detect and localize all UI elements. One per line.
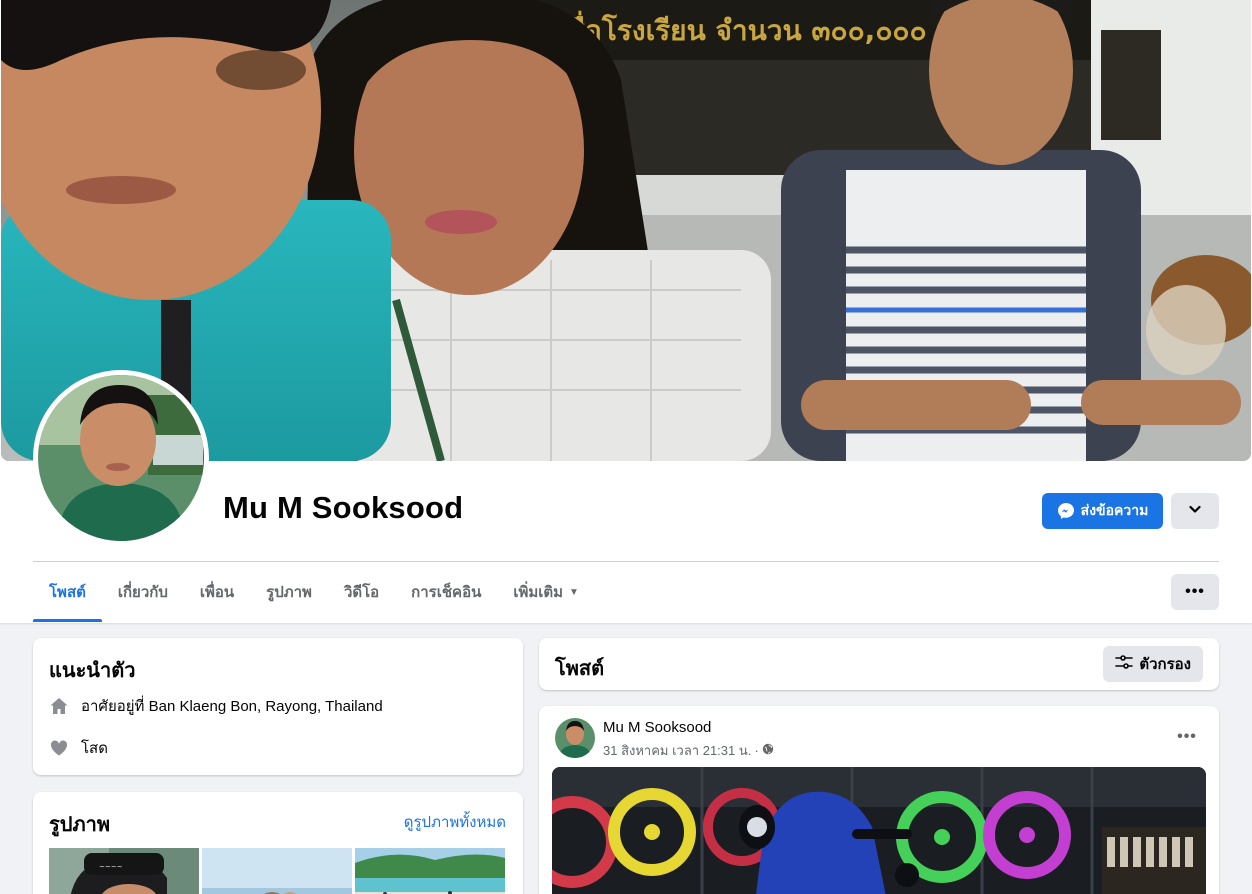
profile-more-dropdown-button[interactable] [1171, 493, 1219, 529]
send-message-button[interactable]: ส่งข้อความ [1042, 493, 1163, 529]
post-card: Mu M Sooksood 31 สิงหาคม เวลา 21:31 น. ·… [539, 706, 1219, 894]
globe-icon[interactable] [762, 743, 774, 758]
profile-header: ชื่อโรงเรียน จำนวน ๓๐๐,๐๐๐ บาท Mu M Sook… [0, 0, 1252, 623]
filter-label: ตัวกรอง [1139, 656, 1191, 673]
intro-location-text: อาศัยอยู่ที่ Ban Klaeng Bon, Rayong, Tha… [81, 698, 383, 715]
tab-friends[interactable]: เพื่อน [184, 562, 250, 622]
tab-more[interactable]: เพิ่มเติม ▼ [497, 562, 595, 622]
post-image-graphic [552, 767, 1206, 894]
filter-button[interactable]: ตัวกรอง [1103, 646, 1203, 682]
send-message-label: ส่งข้อความ [1080, 502, 1149, 518]
profile-tabs: โพสต์ เกี่ยวกับ เพื่อน รูปภาพ วิดีโอ การ… [33, 562, 595, 622]
intro-relationship-text: โสด [81, 740, 108, 757]
filter-icon [1115, 654, 1134, 674]
post-author-name[interactable]: Mu M Sooksood [603, 719, 711, 736]
post-timestamp[interactable]: 31 สิงหาคม เวลา 21:31 น. [603, 740, 751, 761]
tab-photos[interactable]: รูปภาพ [250, 562, 328, 622]
intro-title: แนะนำตัว [49, 660, 136, 682]
meta-separator: · [754, 743, 759, 758]
chevron-down-icon [1188, 502, 1202, 521]
post-author-avatar[interactable] [555, 718, 595, 758]
photo-thumbnail[interactable] [355, 848, 505, 894]
svg-text:~~~~: ~~~~ [99, 863, 123, 871]
see-all-photos-link[interactable]: ดูรูปภาพทั้งหมด [404, 810, 506, 834]
profile-avatar[interactable] [33, 370, 209, 546]
photo-thumbnail[interactable]: ~~~~ [49, 848, 199, 894]
intro-card: แนะนำตัว อาศัยอยู่ที่ Ban Klaeng Bon, Ra… [33, 638, 523, 775]
post-meta: 31 สิงหาคม เวลา 21:31 น. · [603, 740, 774, 761]
tab-videos[interactable]: วิดีโอ [328, 562, 395, 622]
tab-check-ins[interactable]: การเช็คอิน [395, 562, 497, 622]
intro-relationship-row: โสด [49, 736, 108, 760]
tab-about[interactable]: เกี่ยวกับ [102, 562, 184, 622]
photos-title: รูปภาพ [49, 814, 111, 836]
tabs-more-options-button[interactable]: ••• [1171, 574, 1219, 610]
more-dots-icon: ••• [1185, 583, 1205, 600]
posts-title: โพสต์ [555, 658, 605, 680]
cover-photo[interactable]: ชื่อโรงเรียน จำนวน ๓๐๐,๐๐๐ บาท [1, 0, 1251, 461]
posts-header-card: โพสต์ ตัวกรอง [539, 638, 1219, 690]
intro-location-row: อาศัยอยู่ที่ Ban Klaeng Bon, Rayong, Tha… [49, 694, 383, 718]
profile-name: Mu M Sooksood [223, 490, 464, 525]
caret-down-icon: ▼ [569, 586, 579, 598]
messenger-icon [1057, 502, 1075, 520]
cover-photo-image: ชื่อโรงเรียน จำนวน ๓๐๐,๐๐๐ บาท [1, 0, 1251, 461]
photos-card: รูปภาพ ดูรูปภาพทั้งหมด ~~~~ [33, 792, 523, 894]
profile-avatar-image [38, 375, 204, 541]
tab-posts[interactable]: โพสต์ [33, 562, 102, 622]
photo-thumbnail[interactable] [202, 848, 352, 894]
heart-icon [49, 738, 69, 758]
post-options-button[interactable]: ••• [1169, 722, 1205, 752]
cover-sign-text: ชื่อโรงเรียน จำนวน ๓๐๐,๐๐๐ บาท [566, 10, 988, 47]
more-dots-icon: ••• [1177, 728, 1197, 745]
home-icon [49, 696, 69, 716]
post-image[interactable] [552, 767, 1206, 894]
